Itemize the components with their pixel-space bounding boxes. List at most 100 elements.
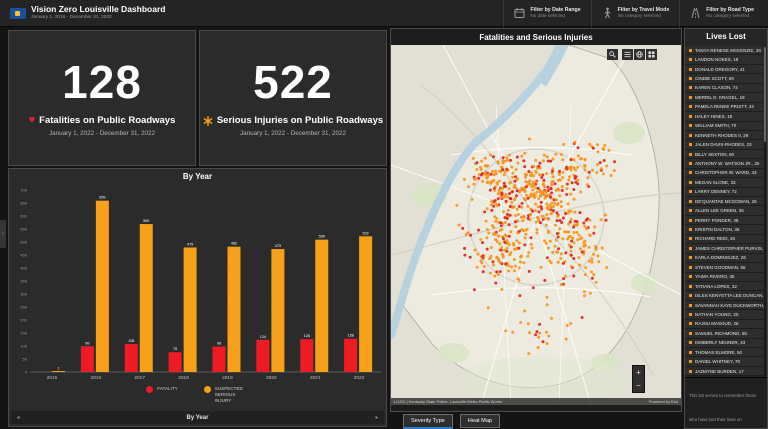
life-row[interactable]: HALEY HINES, 18 — [685, 112, 764, 121]
lives-lost-scrollbar[interactable] — [764, 47, 767, 399]
filter-label: Filter by Travel Mode — [618, 7, 670, 14]
life-name: KAREN CLAXON, 74 — [695, 85, 738, 90]
injuries-date-range: January 1, 2022 - December 31, 2022 — [240, 130, 346, 137]
lives-lost-title: Lives Lost — [685, 29, 767, 45]
orange-square-bullet-icon — [689, 49, 692, 52]
tab-severity-type[interactable]: Severity Type — [403, 414, 453, 429]
svg-text:600: 600 — [20, 214, 27, 219]
orange-square-bullet-icon — [689, 370, 692, 373]
svg-text:473: 473 — [275, 244, 281, 248]
map-basemap-button[interactable] — [634, 49, 645, 60]
svg-text:124: 124 — [260, 335, 266, 339]
orange-square-bullet-icon — [689, 96, 692, 99]
orange-square-bullet-icon — [689, 332, 692, 335]
chart-next-arrow[interactable]: ▸ — [370, 414, 384, 421]
life-row[interactable]: KIMBERLY NEUNER, 43 — [685, 339, 764, 348]
life-name: HALEY HINES, 18 — [695, 114, 732, 119]
life-name: KENNETH RHODES II, 29 — [695, 133, 748, 138]
injuries-stat-card: 522 Serious Injuries on Public Roadways … — [199, 30, 387, 166]
orange-square-bullet-icon — [689, 171, 692, 174]
by-year-bar-chart[interactable]: 0501001502002503003504004505005506006507… — [10, 182, 387, 389]
starburst-icon — [203, 116, 213, 126]
life-row[interactable]: KENNETH RHODES II, 29 — [685, 131, 764, 140]
svg-text:500: 500 — [20, 240, 27, 245]
orange-square-bullet-icon — [689, 360, 692, 363]
life-row[interactable]: DANIEL WHITNEY, 70 — [685, 357, 764, 366]
life-row[interactable]: MEGAN SLONE, 33 — [685, 178, 764, 187]
svg-text:300: 300 — [20, 292, 27, 297]
life-row[interactable]: STEVEN GOODMAN, 55 — [685, 263, 764, 272]
zoom-out-button[interactable]: − — [633, 379, 644, 392]
brand: Vision Zero Louisville Dashboard January… — [0, 5, 165, 20]
life-row[interactable]: ANTHONY W. WATSON JR., 25 — [685, 159, 764, 168]
orange-square-bullet-icon — [689, 256, 692, 259]
map-title: Fatalities and Serious Injuries — [479, 33, 592, 42]
zoom-in-button[interactable]: + — [633, 366, 644, 379]
orange-square-bullet-icon — [689, 209, 692, 212]
chart-prev-arrow[interactable]: ◂ — [11, 414, 25, 421]
map-view-tabs: Severity Type Heat Map — [390, 414, 682, 429]
collapse-panel-handle[interactable]: ‹ — [0, 220, 6, 248]
life-row[interactable]: DONALD GREGORY, 41 — [685, 65, 764, 74]
fatalities-label: Fatalities on Public Roadways — [39, 115, 175, 126]
life-row[interactable]: KAREN CLAXON, 74 — [685, 84, 764, 93]
orange-square-bullet-icon — [689, 219, 692, 222]
filter-date-range-button[interactable]: Filter by Date Range No date selected — [503, 0, 590, 27]
orange-square-bullet-icon — [689, 247, 692, 250]
filter-travel-mode-button[interactable]: Filter by Travel Mode No category select… — [591, 0, 680, 27]
map-canvas[interactable]: + − LOJIC | Kentucky State Police, Louis… — [391, 45, 681, 405]
lives-lost-list[interactable]: TANYA RENESE MCKENZIE, 28LANDON NOKES, 1… — [685, 46, 764, 376]
life-row[interactable]: KARLA DOMINGUEZ, 26 — [685, 254, 764, 263]
life-row[interactable]: TATIANA LOPES, 32 — [685, 282, 764, 291]
life-row[interactable]: LARRY DENNEY, 72 — [685, 188, 764, 197]
svg-text:659: 659 — [99, 196, 105, 200]
orange-square-bullet-icon — [689, 228, 692, 231]
header-bar: Vision Zero Louisville Dashboard January… — [0, 0, 768, 27]
life-row[interactable]: RICHARD REID, 48 — [685, 235, 764, 244]
svg-text:450: 450 — [20, 253, 27, 258]
life-row[interactable]: CHRISTOPHER W. WARD, 43 — [685, 169, 764, 178]
chevron-left-icon: ‹ — [2, 231, 4, 237]
life-row[interactable]: LANDON NOKES, 19 — [685, 55, 764, 64]
life-name: KIMBERLY NEUNER, 43 — [695, 340, 745, 345]
life-row[interactable]: THOMAS ELMORE, 50 — [685, 348, 764, 357]
legend-item[interactable]: SUSPECTED SERIOUS INJURY — [204, 386, 249, 405]
map-layers-button[interactable] — [646, 49, 657, 60]
svg-text:50: 50 — [23, 357, 28, 362]
svg-text:569: 569 — [143, 219, 149, 223]
life-row[interactable]: YAIMA RIVERO, 35 — [685, 273, 764, 282]
tab-heat-map[interactable]: Heat Map — [460, 414, 500, 428]
life-row[interactable]: PERRY PONDER, 48 — [685, 216, 764, 225]
legend-item[interactable]: FATALITY — [146, 386, 178, 405]
life-row[interactable]: ISLES KENYETTA LEE DUNCAN, 17 — [685, 291, 764, 300]
life-name: JALEN DAVIS-RHODES, 23 — [695, 142, 752, 147]
life-row[interactable]: BILLY SEXTON, 60 — [685, 150, 764, 159]
life-row[interactable]: CINDIE SCOTT, 59 — [685, 74, 764, 83]
life-row[interactable]: SAVANNAH KAYE DUCKWORTH, 22 — [685, 301, 764, 310]
map-graphic — [391, 45, 681, 405]
life-row[interactable]: TANYA RENESE MCKENZIE, 28 — [685, 46, 764, 55]
life-row[interactable]: MERRIL D. KRAGEL, 18 — [685, 93, 764, 102]
life-name: YAIMA RIVERO, 35 — [695, 274, 734, 279]
life-row[interactable]: JAZMYNE BURDEN, 17 — [685, 367, 764, 376]
life-row[interactable]: KRISTIN DALTON, 36 — [685, 225, 764, 234]
map-search-button[interactable] — [607, 49, 618, 60]
life-row[interactable]: DE'QUANTAE MCGOWAN, 26 — [685, 197, 764, 206]
life-row[interactable]: RAJNU MASOUD, 26 — [685, 320, 764, 329]
life-row[interactable]: ALLEN LEE GREEN, 35 — [685, 206, 764, 215]
life-row[interactable]: PAMELA RENEE PRUITT, 44 — [685, 103, 764, 112]
life-row[interactable]: JAMES CHRISTOPHER PURVIS, 53 — [685, 244, 764, 253]
life-row[interactable]: JALEN DAVIS-RHODES, 23 — [685, 140, 764, 149]
svg-text:2017: 2017 — [134, 375, 145, 381]
life-name: JAMES CHRISTOPHER PURVIS, 53 — [695, 246, 764, 251]
filter-bar: Filter by Date Range No date selected Fi… — [503, 0, 764, 27]
life-row[interactable]: SAMUEL RICHMOND, 55 — [685, 329, 764, 338]
filter-label: Filter by Road Type — [706, 7, 754, 14]
life-row[interactable]: NATHAN YOUNG, 20 — [685, 310, 764, 319]
map-legend-button[interactable] — [622, 49, 633, 60]
life-row[interactable]: WILLIAM SMITH, 70 — [685, 122, 764, 131]
svg-text:2020: 2020 — [266, 375, 277, 381]
filter-road-type-button[interactable]: Filter by Road Type No category selected — [679, 0, 764, 27]
scrollbar-thumb[interactable] — [764, 47, 767, 142]
map-panel: Fatalities and Serious Injuries — [390, 28, 682, 412]
